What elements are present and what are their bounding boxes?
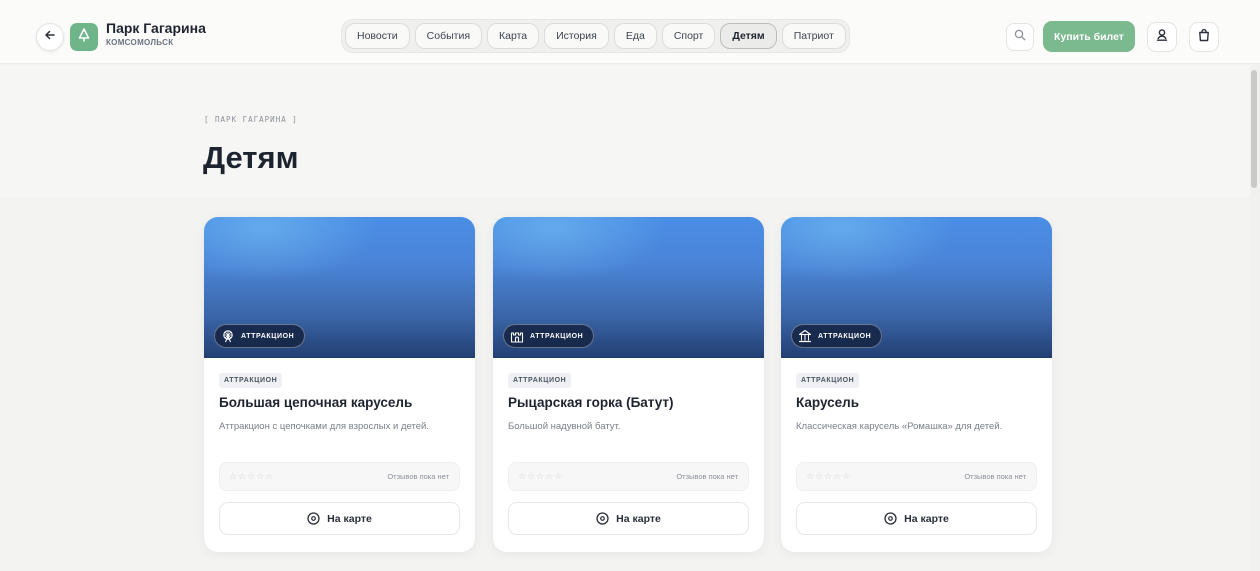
category-badge-label: АТТРАКЦИОН [530,332,584,340]
nav-item-map[interactable]: Карта [487,23,540,49]
attraction-card[interactable]: АТТРАКЦИОН АТТРАКЦИОН Большая цепочная к… [204,217,475,552]
map-pin-icon [884,512,897,525]
category-tag: АТТРАКЦИОН [796,373,860,388]
rating-box: ☆☆☆☆☆ Отзывов пока нет [796,462,1037,491]
show-on-map-button[interactable]: На карте [796,502,1037,535]
rating-box: ☆☆☆☆☆ Отзывов пока нет [219,462,460,491]
shopping-bag-icon [1197,28,1211,47]
arrow-left-icon [44,28,56,46]
brand-subtitle: КОМСОМОЛЬСК [106,38,174,47]
park-logo[interactable] [70,23,98,51]
map-button-label: На карте [616,512,661,525]
category-badge-label: АТТРАКЦИОН [241,332,295,340]
search-button[interactable] [1006,23,1034,51]
nav-item-food[interactable]: Еда [613,23,657,49]
nav-item-news[interactable]: Новости [345,23,410,49]
top-header: Парк Гагарина КОМСОМОЛЬСК Новости Событи… [0,0,1260,64]
map-pin-icon [307,512,320,525]
card-title[interactable]: Большая цепочная карусель [219,395,464,410]
cart-button[interactable] [1189,22,1219,52]
breadcrumb[interactable]: [ ПАРК ГАГАРИНА ] [204,115,298,124]
user-icon [1155,28,1169,47]
card-title[interactable]: Рыцарская горка (Батут) [508,395,753,410]
card-description: Большой надувной батут. [508,421,621,432]
reviews-status: Отзывов пока нет [387,472,449,481]
attraction-card[interactable]: АТТРАКЦИОН АТТРАКЦИОН Рыцарская горка (Б… [493,217,764,552]
card-image: АТТРАКЦИОН [781,217,1052,358]
category-tag: АТТРАКЦИОН [219,373,283,388]
category-badge: АТТРАКЦИОН [791,324,883,348]
category-badge: АТТРАКЦИОН [503,324,595,348]
card-description: Классическая карусель «Ромашка» для дете… [796,421,1003,432]
castle-icon [510,329,524,343]
category-badge-label: АТТРАКЦИОН [818,332,872,340]
rating-box: ☆☆☆☆☆ Отзывов пока нет [508,462,749,491]
nav-item-events[interactable]: События [414,23,482,49]
carousel-icon [798,329,812,343]
tree-icon [76,27,92,48]
profile-button[interactable] [1147,22,1177,52]
brand-title[interactable]: Парк Гагарина [106,20,206,36]
reviews-status: Отзывов пока нет [964,472,1026,481]
hero-section [0,65,1250,197]
attraction-card[interactable]: АТТРАКЦИОН АТТРАКЦИОН Карусель Классичес… [781,217,1052,552]
card-title[interactable]: Карусель [796,395,1041,410]
section-nav: Новости События Карта История Еда Спорт … [341,19,850,53]
star-rating[interactable]: ☆☆☆☆☆ [518,471,563,482]
search-icon [1014,28,1026,46]
map-button-label: На карте [327,512,372,525]
nav-item-kids[interactable]: Детям [720,23,777,49]
card-description: Аттракцион с цепочками для взрослых и де… [219,421,429,432]
show-on-map-button[interactable]: На карте [508,502,749,535]
nav-item-history[interactable]: История [544,23,609,49]
category-badge: АТТРАКЦИОН [214,324,306,348]
card-image: АТТРАКЦИОН [204,217,475,358]
ferris-wheel-icon [221,329,235,343]
nav-item-sport[interactable]: Спорт [661,23,716,49]
back-button[interactable] [36,23,64,51]
star-rating[interactable]: ☆☆☆☆☆ [229,471,274,482]
scrollbar-thumb[interactable] [1251,70,1257,188]
map-pin-icon [596,512,609,525]
page-title: Детям [203,140,299,175]
nav-item-patriot[interactable]: Патриот [781,23,846,49]
card-image: АТТРАКЦИОН [493,217,764,358]
show-on-map-button[interactable]: На карте [219,502,460,535]
buy-ticket-button[interactable]: Купить билет [1043,21,1135,52]
reviews-status: Отзывов пока нет [676,472,738,481]
star-rating[interactable]: ☆☆☆☆☆ [806,471,851,482]
map-button-label: На карте [904,512,949,525]
category-tag: АТТРАКЦИОН [508,373,572,388]
